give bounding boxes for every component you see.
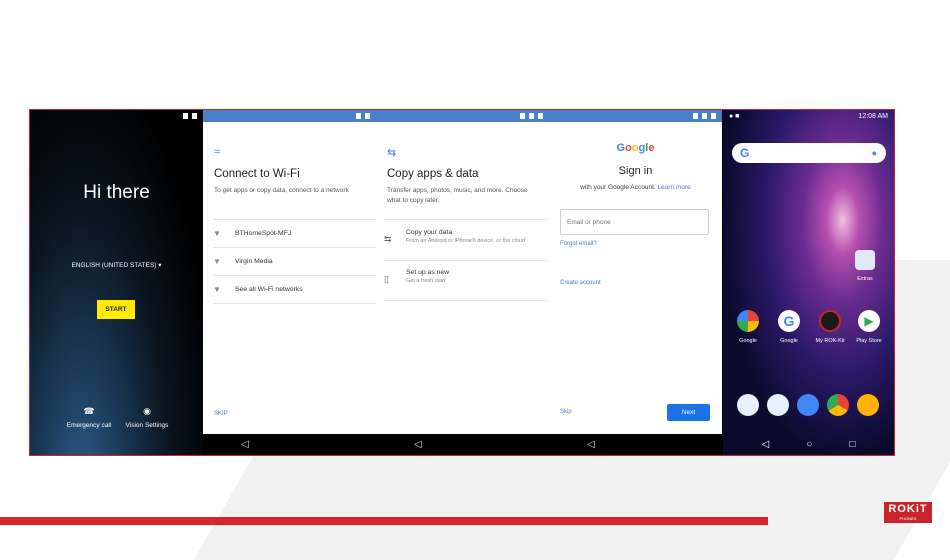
nav-bar: ◁ ○ □ [723,433,894,455]
wifi-subtitle: To get apps or copy data, connect to a n… [214,187,349,194]
status-bar [376,110,549,122]
google-signin-screen: Google Sign in with your Google Account.… [549,110,722,455]
battery-icon [538,113,543,119]
create-account-link[interactable]: Create account [560,280,601,286]
wifi-icon [693,113,698,119]
wifi-screen: ≈ Connect to Wi-Fi To get apps or copy d… [203,110,376,455]
mic-icon[interactable]: ● [872,148,877,158]
notification-icon: ● ■ [729,112,740,120]
home-icon[interactable]: ○ [806,439,812,450]
signal-icon [702,113,707,119]
signal-icon [356,113,361,119]
start-button[interactable]: START [97,300,135,319]
language-select[interactable]: ENGLISH (UNITED STATES) ▾ [30,261,203,269]
nav-bar: ◁ [549,434,722,455]
status-bar [549,110,722,122]
next-button[interactable]: Next [667,404,710,421]
set-up-as-new-option[interactable]: ▯ Set up as new Get a fresh start [384,260,549,301]
wifi-network-item[interactable]: ▼ BTHomeSpot-MFJ [213,220,376,248]
signal-icon [183,113,188,119]
signin-subtitle: with your Google Account. Learn more [580,184,691,191]
eye-icon[interactable]: ◉ [112,406,182,417]
back-icon[interactable]: ◁ [587,439,595,450]
back-icon[interactable]: ◁ [241,439,249,450]
wifi-lock-icon: ▼ [213,257,221,266]
copy-subtitle: Transfer apps, photos, music, and more. … [387,187,528,204]
wifi-network-list: ▼ BTHomeSpot-MFJ ▼ Virgin Media ▼ See all W… [213,219,376,304]
app-my-rok-kit[interactable]: My ROK-Kit [810,310,850,344]
copy-title: Copy apps & data [387,168,479,180]
app-google-folder[interactable]: Google [728,310,768,344]
nav-bar: ◁ [203,434,376,455]
play-store-icon: ▶ [858,310,880,332]
recents-icon[interactable]: □ [849,439,855,450]
folder-icon [855,250,875,270]
forgot-email-link[interactable]: Forgot email? [560,241,597,247]
battery-icon [192,113,197,119]
google-g-icon: G [740,146,750,160]
messages-icon[interactable] [767,394,789,416]
back-icon[interactable]: ◁ [414,439,422,450]
wifi-network-item[interactable]: ▼ Virgin Media [213,248,376,276]
rokit-logo: ROKiT PHONES [884,502,932,523]
battery-icon [711,113,716,119]
app-play-store[interactable]: ▶ Play Store [849,310,889,344]
calendar-icon[interactable] [797,394,819,416]
wifi-icon: ▼ [213,285,221,294]
wifi-lock-icon: ▼ [213,229,221,238]
chrome-icon[interactable] [827,394,849,416]
signal-icon [529,113,534,119]
wifi-icon [520,113,525,119]
status-bar: ● ■ 12:08 AM [723,110,894,122]
app-google[interactable]: G Google [769,310,809,344]
rok-kit-icon [819,310,841,332]
camera-icon[interactable] [857,394,879,416]
skip-button[interactable]: Skip [560,409,572,415]
transfer-icon: ⇆ [387,147,397,159]
signin-title: Sign in [618,165,653,177]
welcome-screen: Hi there ENGLISH (UNITED STATES) ▾ START… [30,110,203,455]
google-icon: G [778,310,800,332]
email-field[interactable] [560,209,709,235]
see-all-networks-item[interactable]: ▼ See all Wi-Fi networks [213,276,376,304]
skip-button[interactable]: SKIP [214,411,228,417]
screenshots-frame: Hi there ENGLISH (UNITED STATES) ▾ START… [29,109,895,456]
back-icon[interactable]: ◁ [762,439,770,450]
phone-icon: ▯ [384,274,389,284]
home-screen: ● ■ 12:08 AM G ● Extras Google G Google M… [723,110,894,455]
copy-data-screen: ⇆ Copy apps & data Transfer apps, photos… [376,110,549,455]
status-bar [30,110,203,122]
transfer-icon: ⇆ [384,234,392,244]
google-search-bar[interactable]: G ● [732,143,886,163]
google-logo: Google [616,142,655,154]
wifi-title: Connect to Wi-Fi [214,168,300,180]
battery-icon [365,113,370,119]
wifi-icon: ≈ [214,146,221,158]
phone-icon[interactable] [737,394,759,416]
google-apps-icon [737,310,759,332]
nav-bar: ◁ [376,434,549,455]
extras-folder[interactable]: Extras [853,250,877,282]
status-time: 12:08 AM [858,112,888,120]
learn-more-link[interactable]: Learn more [658,184,691,191]
greeting-title: Hi there [83,182,150,203]
copy-your-data-option[interactable]: ⇆ Copy your data From an Android or iPho… [384,219,549,261]
vision-settings-link[interactable]: Vision Settings [112,422,182,429]
status-bar [203,110,376,122]
brand-accent-bar [0,517,768,525]
